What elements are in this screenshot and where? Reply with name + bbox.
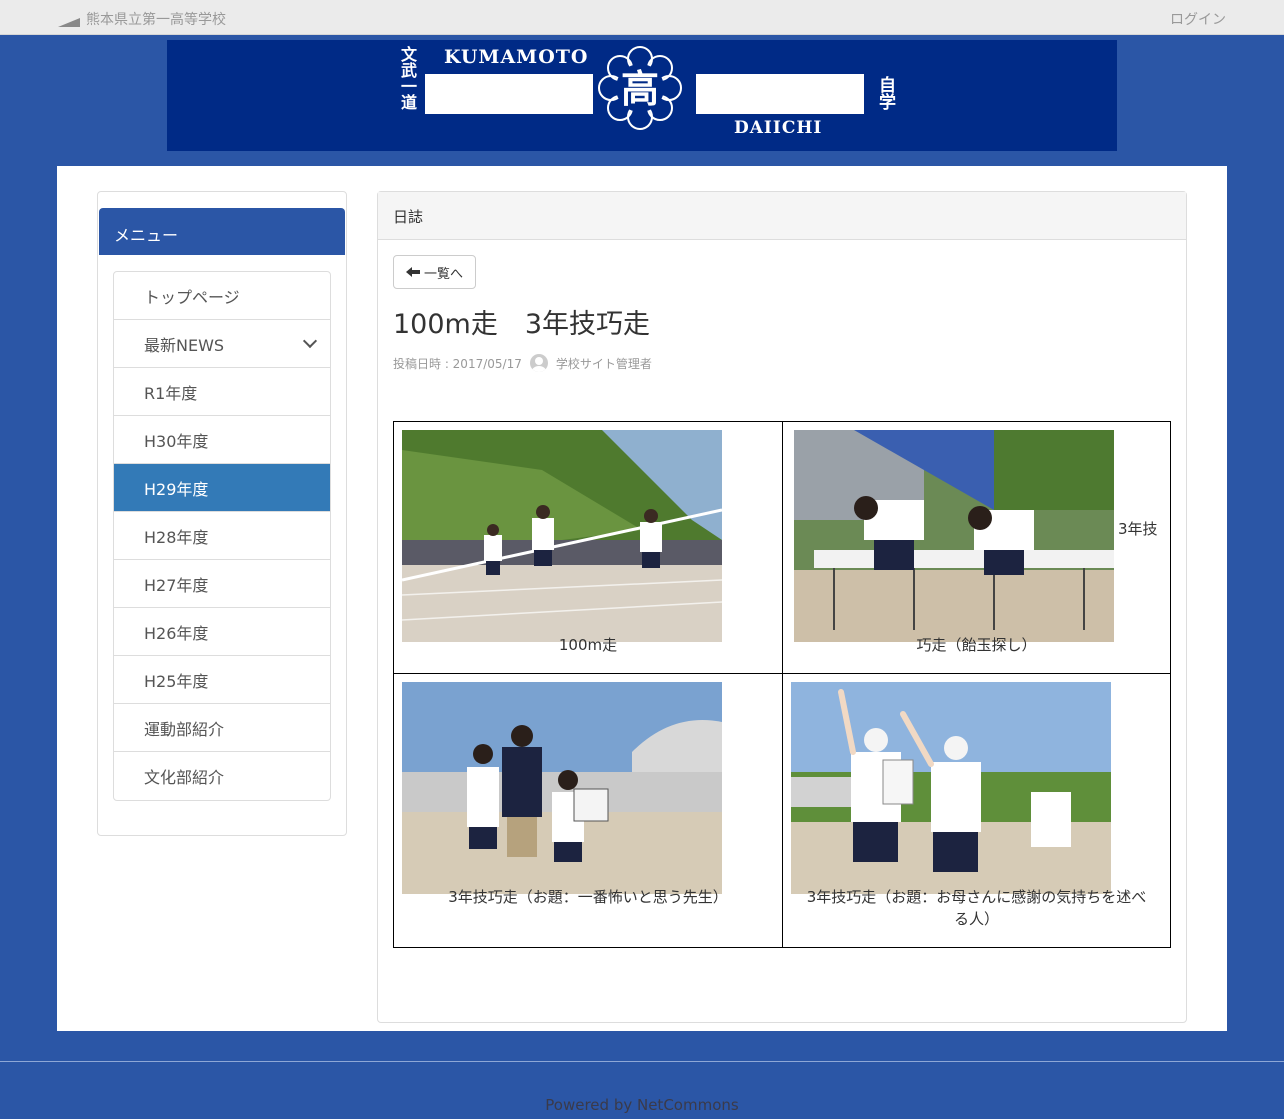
banner-motto-right: 自学 <box>875 76 895 110</box>
sidebar-item-label: H28年度 <box>144 527 209 547</box>
sidebar-item-label: H29年度 <box>144 479 209 499</box>
back-to-list-button[interactable]: 一覧へ <box>393 255 477 289</box>
sidebar-item-label: H30年度 <box>144 431 209 451</box>
sidebar-item-top[interactable]: トップページ <box>114 272 330 320</box>
sidebar-item-h25[interactable]: H25年度 <box>114 656 330 704</box>
photo-cell: 100m走 <box>393 421 783 674</box>
photo-100m-race[interactable] <box>402 430 722 642</box>
photo-cell: 3年技巧走（お題：お母さんに感謝の気持ちを述べ る人） <box>782 673 1171 948</box>
avatar-icon <box>529 354 548 372</box>
sidebar-item-news[interactable]: 最新NEWS <box>114 320 330 368</box>
back-button-label: 一覧へ <box>424 265 464 281</box>
banner-blank-right <box>696 74 864 114</box>
login-link[interactable]: ログイン <box>1170 9 1226 29</box>
arrow-left-icon <box>406 267 420 277</box>
sidebar-item-h29[interactable]: H29年度 <box>114 464 330 512</box>
photo-candy-search[interactable] <box>794 430 1114 642</box>
post-date: 投稿日時 : 2017/05/17 <box>393 356 522 371</box>
banner-motto-left: 文武一道 <box>398 46 417 110</box>
banner-blank-left <box>425 74 593 114</box>
sidebar-item-label: H26年度 <box>144 623 209 643</box>
journal-panel: 日誌 一覧へ 100m走 3年技巧走 投稿日時 : 2017/05/17 学校サ… <box>377 191 1187 1023</box>
photo-caption-side: 3年技 <box>1118 520 1158 538</box>
main-panel: メニュー トップページ 最新NEWS R1年度 H30年度 H29年度 H28年… <box>57 166 1227 1031</box>
sidebar-menu: トップページ 最新NEWS R1年度 H30年度 H29年度 H28年度 H27… <box>113 271 331 801</box>
sidebar-item-h28[interactable]: H28年度 <box>114 512 330 560</box>
sidebar: メニュー トップページ 最新NEWS R1年度 H30年度 H29年度 H28年… <box>97 191 347 836</box>
sidebar-item-h26[interactable]: H26年度 <box>114 608 330 656</box>
sidebar-item-label: 最新NEWS <box>144 335 225 355</box>
photo-caption: 3年技巧走（お題：一番怖いと思う先生） <box>448 888 728 906</box>
sidebar-item-sports-clubs[interactable]: 運動部紹介 <box>114 704 330 752</box>
photo-caption: 100m走 <box>558 636 618 654</box>
photo-cell: 3年技巧走（お題：一番怖いと思う先生） <box>393 673 783 948</box>
sidebar-item-r1[interactable]: R1年度 <box>114 368 330 416</box>
sidebar-item-label: H25年度 <box>144 671 209 691</box>
top-bar: 熊本県立第一高等学校 ログイン <box>0 0 1284 35</box>
banner-word-bottom: DAIICHI <box>734 118 823 138</box>
emblem-char: 高 <box>621 66 659 111</box>
post-meta: 投稿日時 : 2017/05/17 学校サイト管理者 <box>393 354 652 372</box>
photo-thanks-to-mother[interactable] <box>791 682 1111 894</box>
photo-caption: 3年技巧走（お題：お母さんに感謝の気持ちを述べ る人） <box>783 886 1170 930</box>
home-icon <box>58 17 80 27</box>
footer-powered-by[interactable]: Powered by NetCommons <box>0 1096 1284 1114</box>
sidebar-item-h27[interactable]: H27年度 <box>114 560 330 608</box>
site-home-link[interactable]: 熊本県立第一高等学校 <box>58 9 226 29</box>
photo-caption-line1: 3年技巧走（お題：お母さんに感謝の気持ちを述べ <box>806 888 1147 906</box>
photo-scariest-teacher[interactable] <box>402 682 722 894</box>
sidebar-item-h30[interactable]: H30年度 <box>114 416 330 464</box>
sidebar-item-label: H27年度 <box>144 575 209 595</box>
photo-table: 100m走 3年技 巧走（飴玉探し） 3年技巧走（お題：一番怖いと思う先生） 3… <box>393 421 1171 948</box>
photo-caption-line2: る人） <box>953 910 999 928</box>
sidebar-item-label: 運動部紹介 <box>144 719 225 739</box>
school-emblem: 高 <box>598 46 682 130</box>
banner-word-top: KUMAMOTO <box>444 46 589 68</box>
sidebar-item-label: 文化部紹介 <box>144 768 225 787</box>
sidebar-item-label: トップページ <box>144 287 240 307</box>
post-author[interactable]: 学校サイト管理者 <box>556 355 652 372</box>
footer-divider <box>0 1061 1284 1062</box>
school-banner: 文武一道 KUMAMOTO 高 DAIICHI 自学 <box>167 40 1117 151</box>
photo-caption: 巧走（飴玉探し） <box>916 636 1037 654</box>
sidebar-title: メニュー <box>99 208 345 255</box>
sidebar-item-label: R1年度 <box>144 383 198 403</box>
site-name: 熊本県立第一高等学校 <box>86 12 226 28</box>
sidebar-item-culture-clubs[interactable]: 文化部紹介 <box>114 752 330 800</box>
photo-cell: 3年技 巧走（飴玉探し） <box>782 421 1171 674</box>
panel-title: 日誌 <box>378 192 1186 240</box>
chevron-down-icon[interactable] <box>302 333 318 349</box>
post-title: 100m走 3年技巧走 <box>393 309 651 340</box>
